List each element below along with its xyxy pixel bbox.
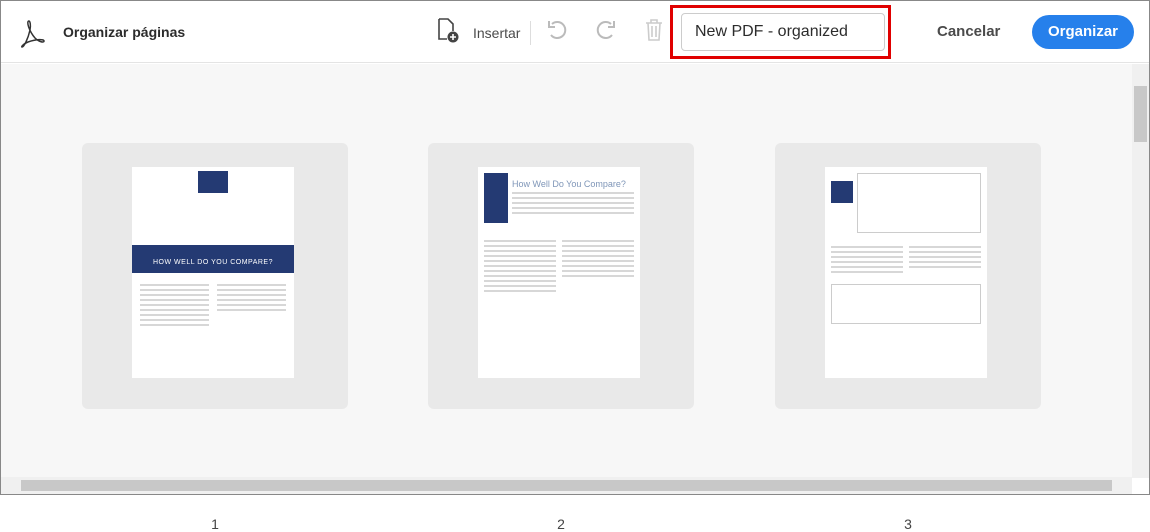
insert-button[interactable]: Insertar xyxy=(473,25,520,41)
page-preview xyxy=(825,167,987,378)
horizontal-scrollbar[interactable] xyxy=(1,477,1132,494)
rotate-right-icon[interactable] xyxy=(595,18,617,42)
divider xyxy=(530,21,531,45)
page-number: 3 xyxy=(904,516,912,532)
page-thumbnail-1[interactable]: HOW WELL DO YOU COMPARE? 1 xyxy=(82,143,348,532)
acrobat-logo-icon xyxy=(21,20,45,48)
page-preview: HOW WELL DO YOU COMPARE? xyxy=(132,167,294,378)
insert-page-icon[interactable] xyxy=(437,18,461,44)
page-heading: HOW WELL DO YOU COMPARE? xyxy=(132,245,294,273)
vertical-scrollbar[interactable] xyxy=(1132,64,1149,478)
highlight-box xyxy=(670,5,891,59)
page-number: 2 xyxy=(557,516,565,532)
rotate-left-icon[interactable] xyxy=(546,18,568,42)
page-number: 1 xyxy=(211,516,219,532)
organize-button[interactable]: Organizar xyxy=(1032,15,1134,49)
page-heading: How Well Do You Compare? xyxy=(512,179,626,189)
page-thumbnail-2[interactable]: How Well Do You Compare? 2 xyxy=(428,143,694,532)
page-grid: HOW WELL DO YOU COMPARE? 1 How Well Do Y… xyxy=(1,64,1132,532)
toolbar: Organizar páginas Insertar Cancelar Orga… xyxy=(1,1,1149,63)
cancel-button[interactable]: Cancelar xyxy=(937,23,1000,40)
page-thumbnail-3[interactable]: 3 xyxy=(775,143,1041,532)
page-title: Organizar páginas xyxy=(63,24,186,40)
page-preview: How Well Do You Compare? xyxy=(478,167,640,378)
trash-icon[interactable] xyxy=(644,18,664,42)
